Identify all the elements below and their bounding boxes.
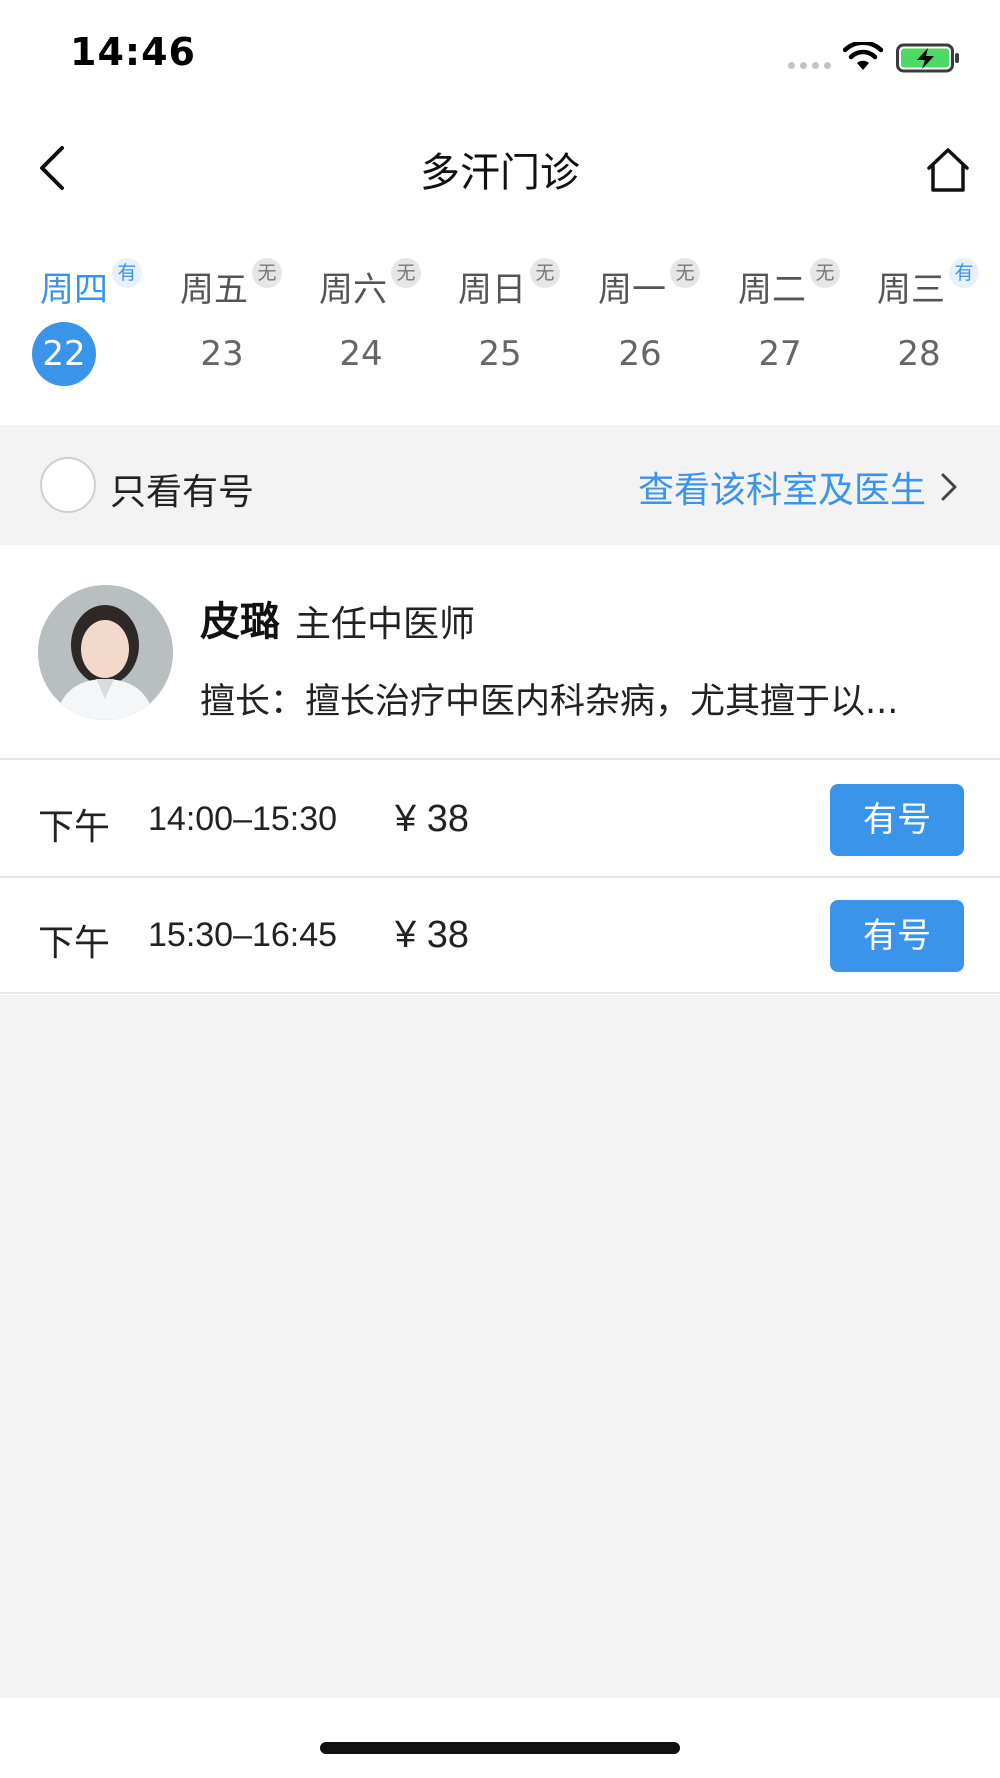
doctor-name: 皮璐 xyxy=(200,599,280,645)
page-title: 多汗门诊 xyxy=(420,150,580,196)
day-monday[interactable]: 周一 无 26 xyxy=(590,250,710,400)
slot-period: 下午 xyxy=(38,807,111,848)
day-name: 周六 xyxy=(319,270,387,310)
availability-badge: 无 xyxy=(391,258,421,288)
schedule-slot: 下午 15:30–16:45 ¥ 38 有号 xyxy=(0,878,1000,994)
home-icon xyxy=(927,148,969,192)
day-date: 23 xyxy=(200,334,244,374)
doctor-title: 主任中医师 xyxy=(295,604,476,645)
nav-bar: 多汗门诊 xyxy=(0,110,1000,225)
day-sunday[interactable]: 周日 无 25 xyxy=(450,250,570,400)
slot-period: 下午 xyxy=(38,923,111,964)
book-slot-button[interactable]: 有号 xyxy=(830,784,964,856)
day-name: 周三 xyxy=(877,270,945,310)
dept-link-label: 查看该科室及医生 xyxy=(637,470,926,511)
doctor-specialty: 擅长：擅长治疗中医内科杂病，尤其擅于以... xyxy=(200,682,899,722)
filter-bar: 只看有号 查看该科室及医生 xyxy=(0,425,1000,545)
chevron-right-icon xyxy=(941,473,957,501)
availability-badge: 无 xyxy=(252,258,282,288)
view-department-doctors-link[interactable]: 查看该科室及医生 xyxy=(638,461,958,513)
day-date: 25 xyxy=(478,334,522,374)
day-name: 周四 xyxy=(40,270,108,310)
empty-content-area xyxy=(0,995,1000,1698)
week-date-selector: 周四 有 22 周五 无 23 周六 无 24 周日 无 25 周一 无 26 … xyxy=(0,250,1000,400)
day-name: 周日 xyxy=(458,270,526,310)
day-date: 22 xyxy=(32,322,96,386)
home-indicator[interactable] xyxy=(320,1742,680,1754)
availability-badge: 无 xyxy=(670,258,700,288)
status-time: 14:46 xyxy=(70,30,196,74)
day-name: 周一 xyxy=(598,270,666,310)
day-saturday[interactable]: 周六 无 24 xyxy=(311,250,431,400)
day-date: 27 xyxy=(758,334,802,374)
day-name: 周五 xyxy=(180,270,248,310)
battery-charging-icon xyxy=(896,43,959,73)
only-available-label: 只看有号 xyxy=(110,472,255,513)
only-available-checkbox[interactable] xyxy=(40,457,96,513)
status-bar: 14:46 xyxy=(0,0,1000,110)
availability-badge: 有 xyxy=(949,258,979,288)
day-tuesday[interactable]: 周二 无 27 xyxy=(730,250,850,400)
availability-badge: 有 xyxy=(112,258,142,288)
doctor-avatar xyxy=(38,585,173,720)
slot-time: 15:30–16:45 xyxy=(148,916,338,954)
day-thursday[interactable]: 周四 有 22 xyxy=(32,250,152,400)
slot-time: 14:00–15:30 xyxy=(148,800,338,838)
slot-price: ¥ 38 xyxy=(395,914,469,956)
day-date: 28 xyxy=(897,334,941,374)
cellular-signal-icon xyxy=(788,62,831,69)
day-date: 24 xyxy=(339,334,383,374)
doctor-card[interactable]: 皮璐 主任中医师 擅长：擅长治疗中医内科杂病，尤其擅于以... xyxy=(0,545,1000,760)
day-date: 26 xyxy=(618,334,662,374)
availability-badge: 无 xyxy=(810,258,840,288)
availability-badge: 无 xyxy=(530,258,560,288)
schedule-slot: 下午 14:00–15:30 ¥ 38 有号 xyxy=(0,762,1000,878)
book-slot-button[interactable]: 有号 xyxy=(830,900,964,972)
slot-price: ¥ 38 xyxy=(395,798,469,840)
home-button[interactable] xyxy=(918,140,978,200)
doctor-photo xyxy=(38,585,173,720)
day-wednesday[interactable]: 周三 有 28 xyxy=(869,250,989,400)
day-name: 周二 xyxy=(738,270,806,310)
day-friday[interactable]: 周五 无 23 xyxy=(172,250,292,400)
wifi-icon xyxy=(843,42,883,70)
